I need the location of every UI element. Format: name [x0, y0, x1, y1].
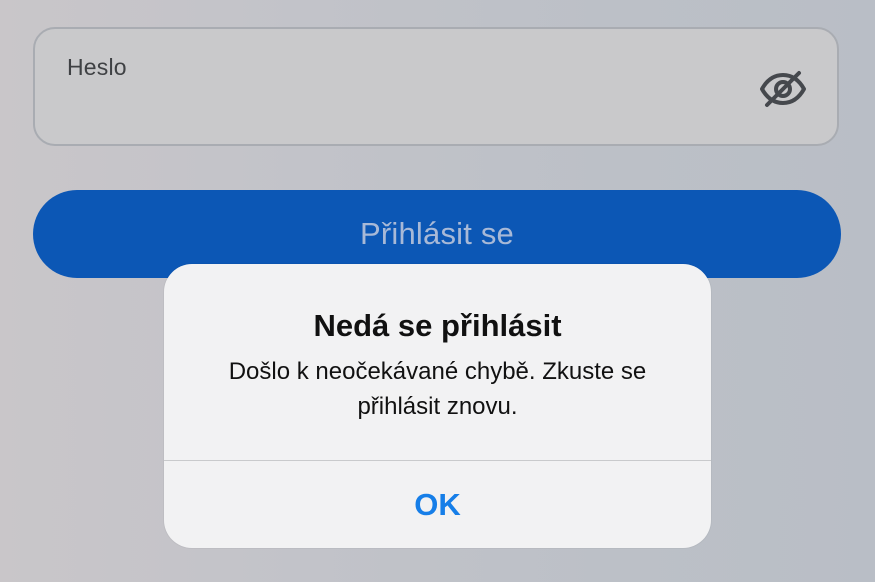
login-screen: Heslo Přihlásit se Nedá se přihlásit Doš…: [0, 0, 875, 582]
eye-off-icon[interactable]: [759, 69, 807, 109]
error-dialog: Nedá se přihlásit Došlo k neočekávané ch…: [164, 264, 711, 548]
password-label: Heslo: [67, 54, 127, 80]
dialog-title: Nedá se přihlásit: [313, 308, 562, 343]
password-field[interactable]: Heslo: [33, 27, 839, 146]
dialog-message: Došlo k neočekávané chybě. Zkuste se při…: [228, 358, 647, 420]
ok-button[interactable]: OK: [164, 461, 711, 548]
